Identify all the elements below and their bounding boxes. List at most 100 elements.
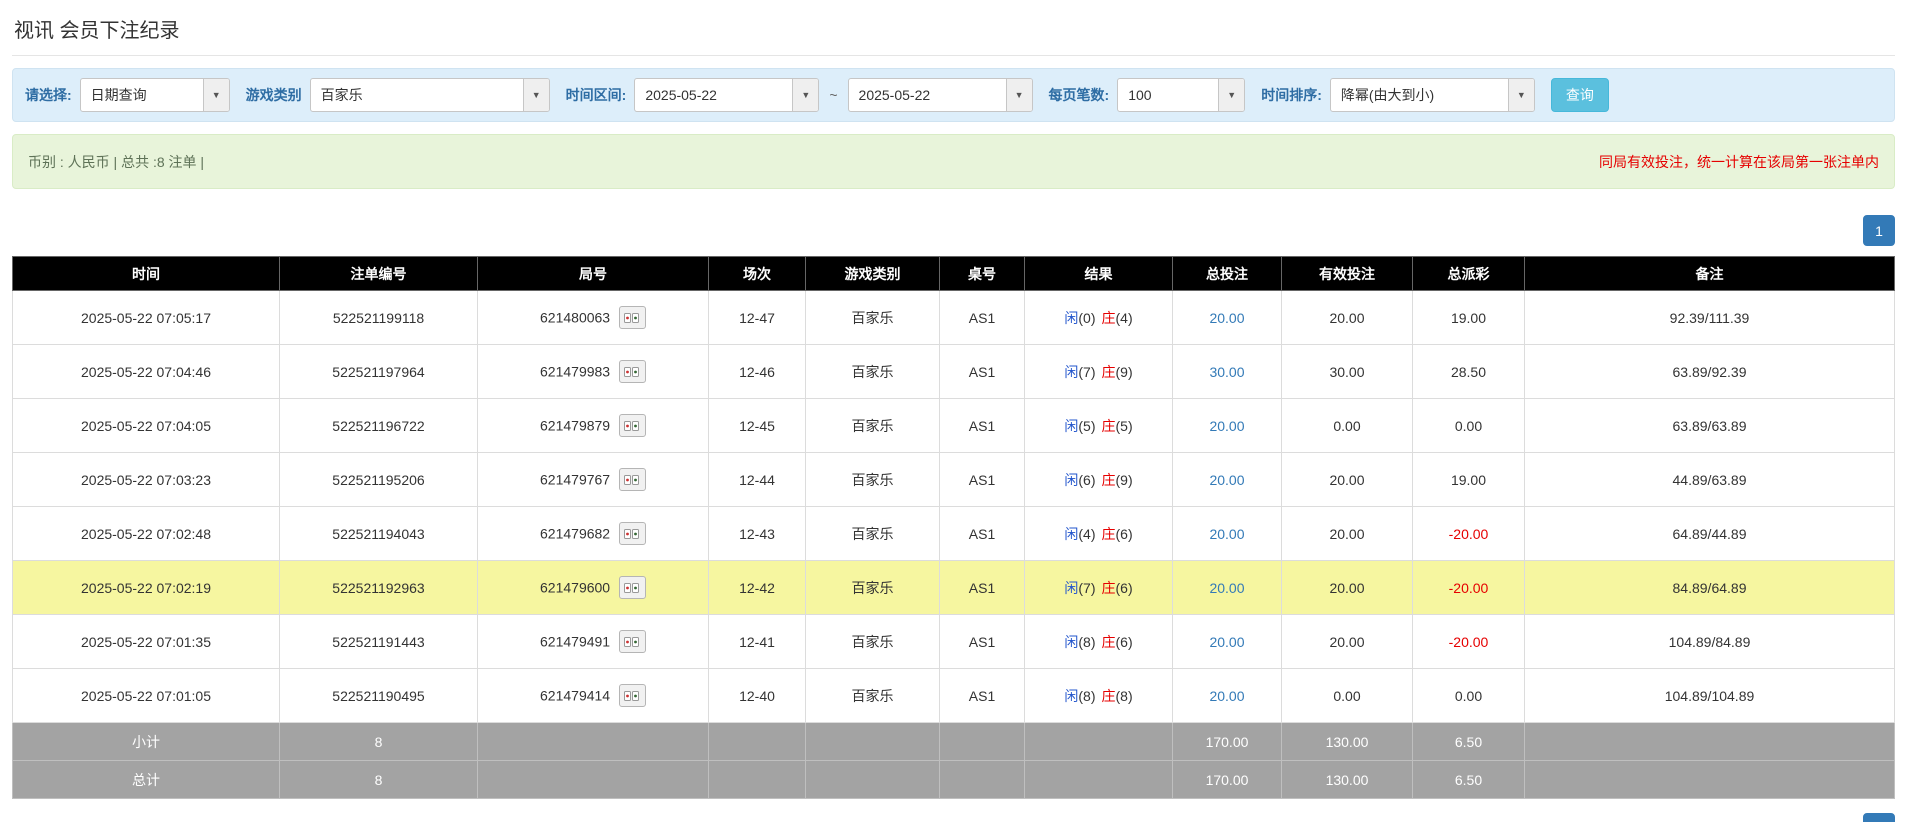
cell-session: 12-41 (708, 614, 806, 669)
cell-total-bet: 30.00 (1172, 344, 1282, 399)
page-container: 视讯 会员下注纪录 请选择: 日期查询 ▼ 游戏类别 百家乐 ▼ 时间区间: 2… (0, 0, 1907, 822)
view-cards-button[interactable] (618, 684, 646, 707)
page-1-button[interactable]: 1 (1863, 215, 1895, 246)
query-type-select[interactable]: 日期查询 ▼ (79, 78, 230, 112)
date-from-value: 2025-05-22 (645, 87, 717, 103)
cell-game-type: 百家乐 (805, 344, 940, 399)
view-cards-button[interactable] (618, 576, 646, 599)
cell-table-no: AS1 (939, 344, 1025, 399)
result-banker-label: 庄 (1101, 633, 1116, 650)
total-bet-link[interactable]: 30.00 (1209, 364, 1244, 380)
cell-payout: -20.00 (1412, 506, 1525, 561)
cell-result: 闲(4) 庄(6) (1024, 506, 1173, 561)
cell-remark: 63.89/92.39 (1524, 344, 1895, 399)
result-player-count: (6) (1078, 471, 1096, 488)
total-label: 总计 (12, 760, 280, 799)
column-header: 总派彩 (1412, 256, 1525, 291)
cell-round: 621479879 (477, 398, 709, 453)
result-player-label: 闲 (1064, 417, 1079, 434)
filter-bar: 请选择: 日期查询 ▼ 游戏类别 百家乐 ▼ 时间区间: 2025-05-22 … (12, 68, 1895, 122)
chevron-down-icon: ▼ (1005, 79, 1032, 111)
cell-result: 闲(7) 庄(6) (1024, 560, 1173, 615)
result-banker-count: (6) (1115, 579, 1133, 596)
view-cards-button[interactable] (618, 468, 646, 491)
cell-payout: 0.00 (1412, 668, 1525, 723)
cell-table-no: AS1 (939, 290, 1025, 345)
total-bet-link[interactable]: 20.00 (1209, 526, 1244, 542)
column-header: 结果 (1024, 256, 1173, 291)
empty-cell (708, 722, 806, 761)
page-size-select[interactable]: 100 ▼ (1117, 78, 1246, 112)
total-bet-link[interactable]: 20.00 (1209, 418, 1244, 434)
column-header: 游戏类别 (805, 256, 940, 291)
cell-round: 621479983 (477, 344, 709, 399)
date-to-picker[interactable]: 2025-05-22 ▼ (847, 78, 1033, 112)
total-bet-link[interactable]: 20.00 (1209, 580, 1244, 596)
table-row: 2025-05-22 07:01:05 522521190495 6214794… (12, 668, 1895, 723)
result-player-label: 闲 (1064, 471, 1079, 488)
result-player-label: 闲 (1064, 363, 1079, 380)
game-type-select[interactable]: 百家乐 ▼ (309, 78, 550, 112)
cell-time: 2025-05-22 07:04:46 (12, 344, 280, 399)
cell-remark: 104.89/104.89 (1524, 668, 1895, 723)
empty-cell (477, 722, 709, 761)
chevron-down-icon: ▼ (202, 79, 229, 111)
cell-result: 闲(0) 庄(4) (1024, 290, 1173, 345)
cell-table-no: AS1 (939, 668, 1025, 723)
empty-cell (1024, 722, 1173, 761)
result-player-label: 闲 (1064, 687, 1079, 704)
page-1-button[interactable]: 1 (1863, 813, 1895, 822)
chevron-down-icon: ▼ (792, 79, 819, 111)
empty-cell (805, 722, 940, 761)
cell-bet-id: 522521192963 (279, 560, 478, 615)
cell-valid-bet: 20.00 (1281, 614, 1413, 669)
result-banker-count: (9) (1115, 471, 1133, 488)
total-bet-link[interactable]: 20.00 (1209, 310, 1244, 326)
cell-game-type: 百家乐 (805, 506, 940, 561)
result-banker-count: (4) (1115, 309, 1133, 326)
date-from-picker[interactable]: 2025-05-22 ▼ (634, 78, 820, 112)
column-header: 注单编号 (279, 256, 478, 291)
total-bet-link[interactable]: 20.00 (1209, 688, 1244, 704)
cell-round: 621479600 (477, 560, 709, 615)
sort-select[interactable]: 降幂(由大到小) ▼ (1329, 78, 1535, 112)
view-cards-button[interactable] (618, 360, 646, 383)
column-header: 有效投注 (1281, 256, 1413, 291)
cell-session: 12-46 (708, 344, 806, 399)
cards-icon (624, 312, 640, 323)
cell-remark: 63.89/63.89 (1524, 398, 1895, 453)
cell-game-type: 百家乐 (805, 668, 940, 723)
empty-cell (939, 722, 1025, 761)
cell-bet-id: 522521194043 (279, 506, 478, 561)
search-button[interactable]: 查询 (1550, 78, 1609, 112)
date-to-value: 2025-05-22 (858, 87, 931, 103)
view-cards-button[interactable] (618, 414, 646, 437)
cell-game-type: 百家乐 (805, 398, 940, 453)
result-banker-label: 庄 (1101, 471, 1116, 488)
cell-session: 12-42 (708, 560, 806, 615)
cell-bet-id: 522521191443 (279, 614, 478, 669)
view-cards-button[interactable] (618, 630, 646, 653)
cell-result: 闲(6) 庄(9) (1024, 452, 1173, 507)
cards-icon (624, 636, 640, 647)
column-header: 局号 (477, 256, 709, 291)
chevron-down-icon: ▼ (522, 79, 549, 111)
total-bet-link[interactable]: 20.00 (1209, 634, 1244, 650)
cell-valid-bet: 30.00 (1281, 344, 1413, 399)
cell-payout: -20.00 (1412, 560, 1525, 615)
cell-total-bet: 20.00 (1172, 506, 1282, 561)
result-player-count: (8) (1078, 687, 1096, 704)
summary-currency-count: 币别 : 人民币 | 总共 :8 注单 | (28, 153, 205, 170)
view-cards-button[interactable] (618, 522, 646, 545)
view-cards-button[interactable] (618, 306, 646, 329)
query-type-label: 请选择: (25, 87, 72, 103)
table-row: 2025-05-22 07:01:35 522521191443 6214794… (12, 614, 1895, 669)
empty-cell (708, 760, 806, 799)
cell-table-no: AS1 (939, 560, 1025, 615)
cell-valid-bet: 0.00 (1281, 668, 1413, 723)
cell-round: 621479491 (477, 614, 709, 669)
cell-session: 12-40 (708, 668, 806, 723)
total-bet-link[interactable]: 20.00 (1209, 472, 1244, 488)
cell-round: 621479414 (477, 668, 709, 723)
cell-payout: 28.50 (1412, 344, 1525, 399)
